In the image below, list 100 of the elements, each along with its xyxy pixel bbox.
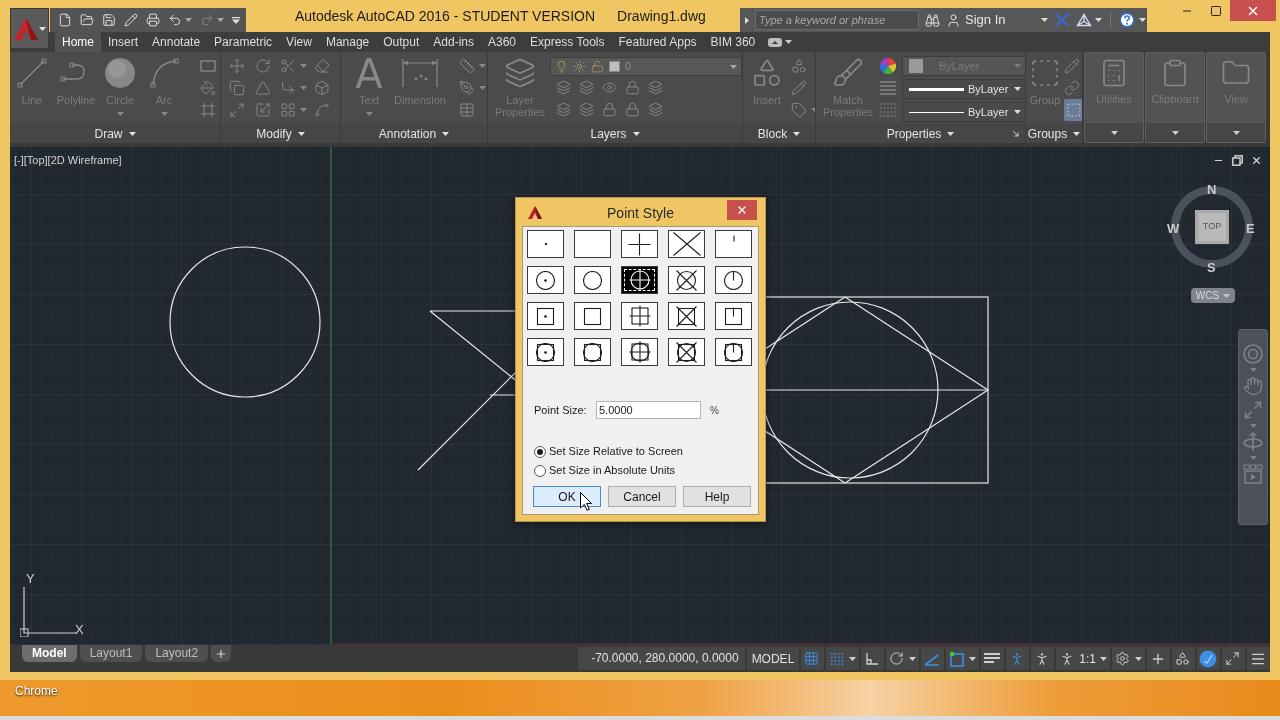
layers-icon[interactable] [648,79,663,95]
point-style-option[interactable] [621,302,658,330]
layout-tab[interactable]: Layout1 [79,645,143,662]
scissors-icon[interactable] [280,58,297,74]
lock-icon[interactable] [602,101,617,117]
layers-icon[interactable] [648,101,663,117]
point-style-option[interactable] [527,266,564,294]
compass-label[interactable]: N [1207,180,1217,200]
layers-icon[interactable] [556,79,571,95]
scale-icon[interactable] [254,102,271,118]
rectangle-icon[interactable] [200,60,216,72]
dialog-close-button[interactable] [727,200,757,220]
paint-bucket-icon[interactable] [200,80,216,96]
point-style-option[interactable] [715,302,752,330]
point-style-option[interactable] [574,230,611,258]
hand-icon[interactable] [1243,376,1263,396]
help-icon[interactable] [1119,12,1136,28]
grid-icon[interactable] [280,102,297,118]
dialog-button[interactable]: Help [683,486,751,507]
caret-icon[interactable] [1095,18,1103,22]
compass-label[interactable]: E [1246,219,1255,239]
caret-icon[interactable] [745,16,749,24]
layout-tab[interactable]: Layout2 [145,645,209,662]
caret-icon[interactable] [1099,656,1107,661]
layout-tab[interactable]: Model [22,645,77,662]
showmotion-icon[interactable] [1243,464,1263,484]
customize-icon[interactable] [232,16,240,24]
radio-option[interactable]: Set Size in Absolute Units [534,464,758,477]
point-style-option[interactable] [527,338,564,366]
copy-icon[interactable] [229,80,245,96]
caret-icon[interactable] [1041,18,1049,22]
compass-label[interactable]: W [1167,219,1180,239]
pencil-icon[interactable] [1064,58,1080,74]
rotate-icon[interactable] [254,58,271,74]
layers-icon[interactable] [579,101,594,117]
point-style-option[interactable] [715,266,752,294]
radio-button-icon[interactable] [534,464,546,477]
cube-icon[interactable] [314,80,331,96]
point-style-option[interactable] [574,266,611,294]
radio-option[interactable]: Set Size Relative to Screen [534,445,758,458]
caret-icon[interactable] [968,656,976,661]
panel-toggle-icon[interactable] [768,37,783,47]
frame-icon[interactable] [200,102,216,118]
dialog-button[interactable]: OK [533,486,601,507]
triangle-icon[interactable] [254,80,271,96]
folder-icon[interactable] [80,13,94,27]
caret-icon[interactable] [1232,130,1240,135]
undo-icon[interactable] [168,13,182,27]
pen-icon[interactable] [459,80,475,96]
print-icon[interactable] [146,13,160,27]
shapes-icon[interactable] [791,58,807,74]
dialog-button[interactable]: Cancel [608,486,676,507]
point-style-option[interactable] [527,230,564,258]
point-style-option[interactable] [668,266,705,294]
restore-icon[interactable] [1232,155,1243,166]
layers-icon[interactable] [556,101,571,117]
caret-icon[interactable] [217,18,224,22]
point-style-option[interactable] [715,338,752,366]
save-icon[interactable] [102,13,116,27]
caret-icon[interactable] [848,656,856,661]
new-file-icon[interactable] [58,13,72,27]
orbit-icon[interactable] [1243,432,1263,452]
model-space-button[interactable]: MODEL [746,647,800,670]
caret-icon[interactable] [185,18,192,22]
curve-icon[interactable] [314,102,331,118]
ruler-icon[interactable] [459,58,475,74]
point-style-option[interactable] [668,302,705,330]
point-style-option[interactable] [668,338,705,366]
caret-icon[interactable] [1171,130,1179,135]
viewport-controls-label[interactable]: [-][Top][2D Wireframe] [14,152,122,169]
triangle-nodes-icon[interactable] [1076,13,1093,27]
point-style-option[interactable] [574,302,611,330]
close-icon[interactable] [1251,155,1262,166]
point-style-option[interactable] [527,302,564,330]
lineweight-icon[interactable] [880,81,896,95]
point-style-option[interactable] [574,338,611,366]
caret-icon[interactable] [1139,18,1147,22]
launcher-arrow-icon[interactable] [1013,131,1019,137]
caret-icon[interactable] [1134,656,1142,661]
corner-arrow-icon[interactable] [280,80,297,96]
viewcube-face[interactable]: TOP [1195,210,1229,244]
pencil-icon[interactable] [791,80,807,96]
caret-icon[interactable] [785,40,793,44]
diagonal-arrows-icon[interactable] [229,102,245,118]
add-layout-button[interactable] [211,645,232,662]
move-icon[interactable] [229,58,245,74]
radio-button-icon[interactable] [534,445,546,458]
eye-icon[interactable] [602,79,617,95]
layers-icon[interactable] [579,79,594,95]
steering-wheel-icon[interactable] [1243,344,1263,364]
color-wheel-icon[interactable] [880,58,896,74]
binoculars-icon[interactable] [925,12,940,28]
zoom-extents-icon[interactable] [1243,400,1263,420]
tag-icon[interactable] [791,102,807,118]
point-size-field[interactable]: 5.0000 [596,401,701,419]
compass-label[interactable]: S [1207,258,1216,278]
caret-icon[interactable] [1110,130,1118,135]
point-style-option[interactable] [715,230,752,258]
table-icon[interactable] [459,102,475,118]
sign-in-button[interactable]: Sign In [946,10,1006,30]
